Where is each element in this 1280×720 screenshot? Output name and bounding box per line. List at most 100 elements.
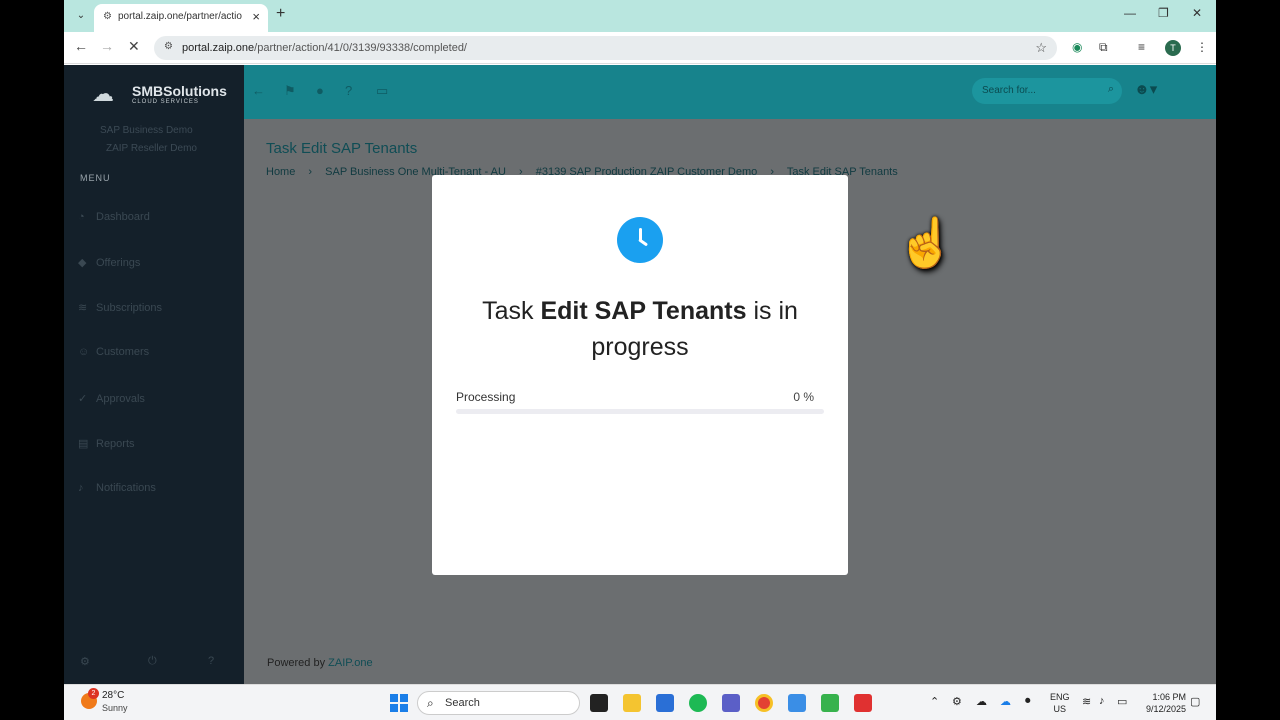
media-control-icon[interactable]: ≡ [1138, 40, 1145, 54]
tab-strip: ⌄ ⚙ portal.zaip.one/partner/action/ × + … [64, 0, 1216, 32]
footer-link[interactable]: ZAIP.one [328, 657, 372, 669]
brand-subtitle: CLOUD SERVICES [132, 99, 199, 105]
progress-modal: Task Edit SAP Tenants is in progress Pro… [432, 175, 848, 575]
microphone-icon[interactable]: ⏺ [1025, 695, 1031, 708]
camtasia-red-icon[interactable] [854, 694, 872, 712]
gear-icon[interactable]: ⚙ [952, 695, 962, 708]
users-icon: ☺ [78, 346, 90, 358]
bell-icon: ♪ [78, 482, 84, 494]
stop-icon[interactable]: ✕ [128, 38, 140, 55]
settings-icon[interactable]: ⚙ [80, 655, 90, 668]
minimize-icon[interactable]: — [1124, 6, 1136, 20]
taskbar: 2 28°C Sunny ⌕ Search ⌃ ⚙ ☁ ☁ ⏺ ENG US ≋… [64, 684, 1216, 720]
power-icon[interactable]: ⏻ [148, 655, 157, 668]
sidebar-item-offerings[interactable]: ◆ Offerings [78, 256, 238, 276]
menu-label: MENU [80, 173, 111, 183]
more-menu-icon[interactable]: ⋮ [1196, 40, 1208, 54]
box-icon: ◆ [78, 257, 87, 269]
site-info-icon[interactable]: ⚙ [164, 41, 173, 52]
address-bar[interactable]: ⚙ portal.zaip.one/partner/action/41/0/31… [154, 36, 1057, 60]
notification-icon[interactable]: ▢ [1190, 695, 1200, 708]
hand-cursor-icon: ☝ [896, 217, 956, 270]
page-title: Task Edit SAP Tenants [266, 140, 418, 157]
grammarly-icon[interactable]: ◉ [1072, 40, 1082, 54]
taskbar-search[interactable]: ⌕ Search [417, 691, 580, 715]
url-text[interactable]: portal.zaip.one/partner/action/41/0/3139… [182, 42, 467, 54]
notepad-icon[interactable] [788, 694, 806, 712]
sidebar-item-approvals[interactable]: ✓ Approvals [78, 392, 238, 412]
volume-icon[interactable]: ♪ [1099, 695, 1105, 707]
wifi-icon[interactable]: ≋ [1082, 695, 1091, 708]
new-tab-icon[interactable]: + [276, 5, 285, 23]
favicon-icon: ⚙ [103, 11, 112, 22]
app-shell: ☁ SMBSolutions CLOUD SERVICES SAP Busine… [64, 65, 1216, 684]
layers-icon: ≋ [78, 302, 88, 314]
file-explorer-icon[interactable] [623, 694, 641, 712]
weather-description[interactable]: Sunny [102, 703, 128, 713]
brand-name: SMBSolutions [132, 83, 227, 99]
spotify-icon[interactable] [689, 694, 707, 712]
sidebar-item-notifications[interactable]: ♪ Notifications [78, 482, 238, 502]
dashboard-icon: ◔ [78, 211, 85, 223]
sidebar-item-dashboard[interactable]: ◔ Dashboard [78, 211, 238, 231]
search-icon: ⌕ [427, 696, 434, 710]
sidebar-item-reports[interactable]: ▤ Reports [78, 437, 238, 457]
tab-active[interactable]: ⚙ portal.zaip.one/partner/action/ × [94, 4, 268, 32]
cloud-icon: ☁ [92, 81, 114, 106]
cloud-icon[interactable]: ☁ [976, 695, 987, 708]
browser-window: ⌄ ⚙ portal.zaip.one/partner/action/ × + … [64, 0, 1216, 720]
outlook-icon[interactable] [656, 694, 674, 712]
task-view-icon[interactable] [590, 694, 608, 712]
breadcrumb-separator: › [308, 166, 313, 178]
brand-logo[interactable]: ☁ SMBSolutions CLOUD SERVICES [92, 79, 227, 109]
battery-icon[interactable]: ▭ [1117, 695, 1127, 708]
show-hidden-icons-icon[interactable]: ⌃ [930, 695, 939, 708]
tab-search-icon[interactable]: ⌄ [72, 7, 90, 25]
profile-avatar[interactable]: T [1165, 40, 1181, 56]
back-icon[interactable]: ← [74, 38, 88, 54]
weather-temperature[interactable]: 28°C [102, 690, 124, 701]
sidebar-item-subscriptions[interactable]: ≋ Subscriptions [78, 301, 238, 321]
top-navbar: ← ⚑ ● ? ▭ Search for... ⌕ ☻▾ [244, 65, 1216, 119]
tab-title: portal.zaip.one/partner/action/ [118, 11, 242, 22]
footer-prefix: Powered by [267, 657, 326, 669]
report-icon: ▤ [78, 438, 89, 450]
footer: Powered by ZAIP.one [267, 657, 373, 669]
back-circle-icon[interactable]: ← [252, 83, 265, 98]
forward-icon[interactable]: → [100, 38, 114, 54]
onedrive-icon[interactable]: ☁ [1000, 695, 1011, 708]
flag-icon[interactable]: ⚑ [284, 83, 296, 99]
bell-icon[interactable]: ● [316, 83, 324, 98]
question-icon[interactable]: ? [345, 83, 352, 98]
taskbar-search-label: Search [445, 697, 480, 709]
weather-badge: 2 [88, 688, 99, 699]
breadcrumb-home[interactable]: Home [266, 166, 295, 178]
context-customer[interactable]: SAP Business Demo [100, 125, 193, 136]
windows-start-icon[interactable] [390, 694, 408, 712]
progress-label: Processing [456, 390, 516, 404]
check-icon: ✓ [78, 393, 88, 405]
task-name: Edit SAP Tenants [540, 297, 747, 325]
modal-message: Task Edit SAP Tenants is in progress [482, 297, 798, 361]
close-window-icon[interactable]: ✕ [1192, 6, 1202, 20]
user-avatar-icon[interactable]: ☻▾ [1134, 80, 1158, 104]
system-clock[interactable]: 1:06 PM 9/12/2025 [1136, 691, 1186, 715]
search-placeholder: Search for... [982, 85, 1036, 96]
help-icon[interactable]: ? [208, 655, 214, 667]
teams-icon[interactable] [722, 694, 740, 712]
language-indicator[interactable]: ENG US [1050, 691, 1070, 715]
camtasia-green-icon[interactable] [821, 694, 839, 712]
browser-toolbar: ← → ✕ ⚙ portal.zaip.one/partner/action/4… [64, 32, 1216, 64]
sidebar-item-customers[interactable]: ☺ Customers [78, 346, 238, 366]
bookmark-star-icon[interactable]: ☆ [1035, 40, 1047, 56]
chat-icon[interactable]: ▭ [376, 83, 388, 99]
extensions-icon[interactable]: ⧉ [1099, 40, 1108, 55]
search-icon[interactable]: ⌕ [1108, 83, 1114, 96]
progress-percent: 0 % [793, 390, 814, 404]
tab-close-icon[interactable]: × [252, 9, 260, 24]
context-reseller[interactable]: ZAIP Reseller Demo [106, 143, 197, 154]
sidebar: ☁ SMBSolutions CLOUD SERVICES SAP Busine… [64, 65, 244, 684]
chrome-icon[interactable] [755, 694, 773, 712]
restore-icon[interactable]: ❐ [1158, 6, 1169, 20]
search-input[interactable]: Search for... ⌕ [972, 78, 1122, 104]
